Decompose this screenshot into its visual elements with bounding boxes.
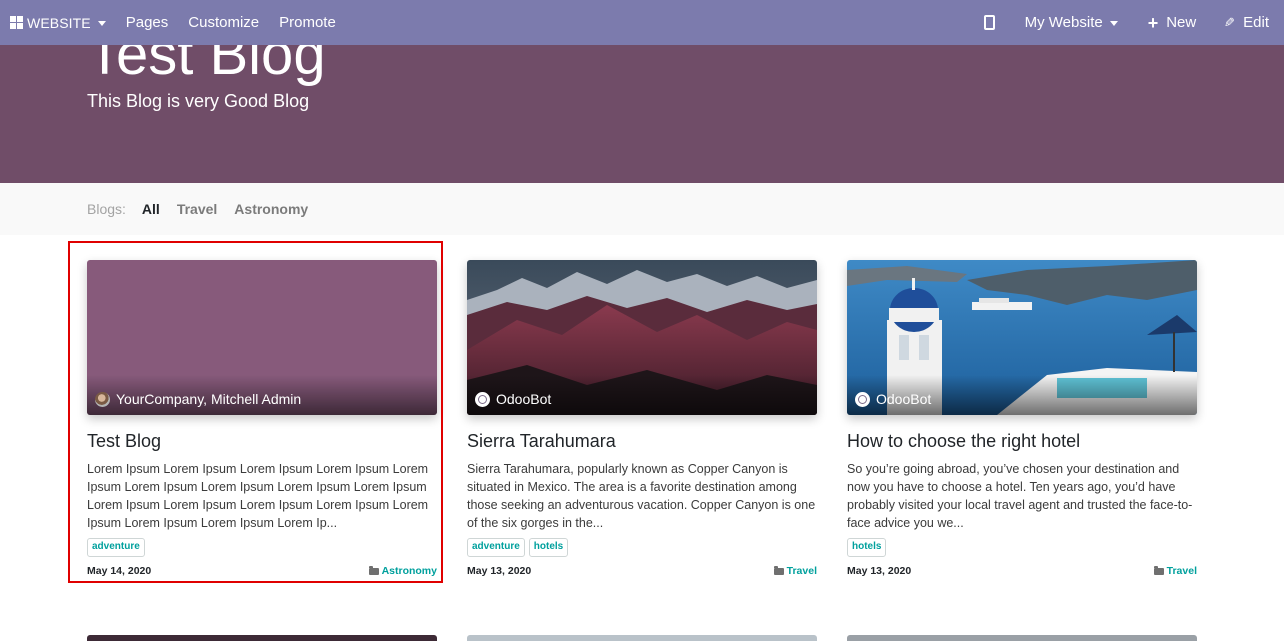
plus-icon: + — [1147, 12, 1159, 33]
post-cover[interactable]: YourCompany, Mitchell Admin — [87, 260, 437, 415]
blog-filter-all[interactable]: All — [142, 201, 160, 217]
post-date: May 13, 2020 — [467, 565, 532, 577]
blogs-label: Blogs: — [87, 201, 126, 217]
blog-post-card: OdooBot How to choose the right hotel So… — [847, 260, 1197, 577]
post-title[interactable]: How to choose the right hotel — [847, 431, 1197, 451]
tag-hotels[interactable]: hotels — [847, 538, 887, 557]
post-title[interactable]: Sierra Tarahumara — [467, 431, 817, 451]
tag-hotels[interactable]: hotels — [528, 538, 569, 557]
new-button-label: New — [1166, 14, 1197, 31]
post-teaser: Lorem Ipsum Lorem Ipsum Lorem Ipsum Lore… — [87, 462, 429, 530]
post-teaser: So you’re going abroad, you’ve chosen yo… — [847, 462, 1193, 530]
blog-subtitle: This Blog is very Good Blog — [87, 91, 310, 111]
edit-button-label: Edit — [1243, 14, 1269, 31]
post-title[interactable]: Test Blog — [87, 431, 437, 451]
folder-icon — [773, 565, 784, 575]
post-cover[interactable] — [847, 635, 1197, 641]
post-meta: May 13, 2020 Travel — [467, 565, 817, 577]
tag-adventure[interactable]: adventure — [467, 538, 525, 557]
author-avatar — [95, 391, 110, 407]
post-meta: May 14, 2020 Astronomy — [87, 565, 437, 577]
pages-menu[interactable]: Pages — [116, 0, 179, 45]
post-cover[interactable]: OdooBot — [847, 260, 1197, 415]
new-button[interactable]: + New — [1128, 0, 1215, 45]
folder-icon — [1153, 565, 1164, 575]
author-name: YourCompany, Mitchell Admin — [116, 391, 302, 407]
post-category-link[interactable]: Travel — [1153, 565, 1197, 577]
caret-down-icon — [1109, 20, 1118, 26]
post-category: Travel — [786, 565, 817, 577]
promote-menu[interactable]: Promote — [269, 0, 346, 45]
website-menu[interactable]: WEBSITE — [0, 0, 116, 45]
pencil-icon: ✎ — [1224, 14, 1236, 30]
website-switcher[interactable]: My Website — [1015, 0, 1128, 45]
post-author: OdooBot — [475, 391, 551, 407]
post-category-link[interactable]: Astronomy — [368, 565, 437, 577]
blog-post-card: OdooBot Sierra Tarahumara Sierra Tarahum… — [467, 260, 817, 577]
post-tags: adventure — [87, 538, 437, 557]
blog-filter-travel[interactable]: Travel — [177, 201, 217, 217]
apps-icon — [10, 16, 23, 29]
website-menu-label: WEBSITE — [27, 14, 91, 31]
post-cover[interactable]: OdooBot — [467, 260, 817, 415]
post-date: May 14, 2020 — [87, 565, 152, 577]
tag-adventure[interactable]: adventure — [87, 538, 145, 557]
folder-icon — [368, 565, 379, 575]
post-author: OdooBot — [855, 391, 931, 407]
blog-post-card: YourCompany, Mitchell Admin Test Blog Lo… — [87, 260, 437, 577]
editor-navbar: WEBSITE Pages Customize Promote My Websi… — [0, 0, 1284, 45]
post-cover[interactable] — [87, 635, 437, 641]
post-tags: hotels — [847, 538, 1197, 557]
post-category: Travel — [1166, 565, 1197, 577]
mobile-phone-icon — [983, 15, 995, 30]
author-name: OdooBot — [876, 391, 932, 407]
post-cover[interactable] — [467, 635, 817, 641]
edit-button[interactable]: ✎ Edit — [1214, 0, 1284, 45]
post-date: May 13, 2020 — [847, 565, 912, 577]
blog-filter-bar: Blogs: All Travel Astronomy — [0, 183, 1284, 235]
website-switcher-label: My Website — [1024, 14, 1103, 31]
post-teaser: Sierra Tarahumara, popularly known as Co… — [467, 462, 816, 530]
post-author: YourCompany, Mitchell Admin — [95, 391, 301, 407]
post-category: Astronomy — [381, 565, 437, 577]
post-meta: May 13, 2020 Travel — [847, 565, 1197, 577]
post-tags: adventure hotels — [467, 538, 817, 557]
author-name: OdooBot — [496, 391, 552, 407]
author-avatar — [855, 391, 870, 407]
post-category-link[interactable]: Travel — [773, 565, 817, 577]
customize-menu[interactable]: Customize — [178, 0, 269, 45]
mobile-preview-button[interactable] — [964, 0, 1015, 45]
caret-down-icon — [97, 20, 106, 26]
blog-filter-astronomy[interactable]: Astronomy — [234, 201, 308, 217]
author-avatar — [475, 391, 490, 407]
